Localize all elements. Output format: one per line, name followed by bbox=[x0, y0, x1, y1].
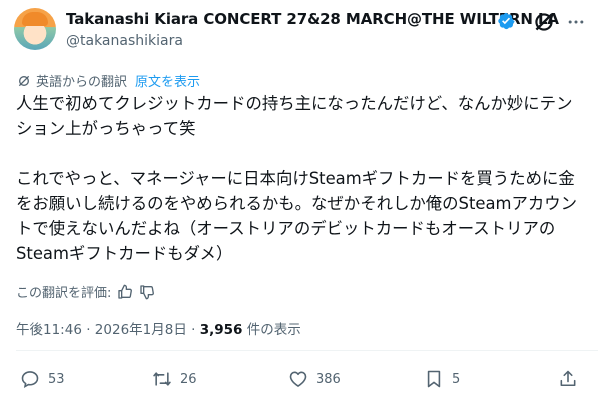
heart-icon bbox=[289, 371, 307, 387]
grok-icon[interactable] bbox=[531, 9, 557, 35]
reply-icon bbox=[21, 371, 39, 389]
bookmark-button[interactable]: 5 bbox=[424, 369, 460, 389]
author-display-name[interactable]: Takanashi Kiara CONCERT 27&28 MARCH@THE … bbox=[66, 10, 559, 28]
rate-translation: この翻訳を評価: bbox=[16, 282, 155, 301]
share-icon bbox=[560, 370, 576, 387]
thumbs-up-icon[interactable] bbox=[117, 284, 133, 300]
divider bbox=[16, 350, 598, 351]
share-button[interactable] bbox=[558, 369, 586, 389]
views-count: 3,956 bbox=[199, 322, 243, 338]
tweet-meta: 午後11:46 · 2026年1月8日 · 3,956 件の表示 bbox=[16, 318, 301, 338]
more-options-icon[interactable] bbox=[566, 12, 586, 32]
avatar[interactable] bbox=[14, 8, 56, 50]
thumbs-down-icon[interactable] bbox=[139, 284, 155, 300]
translate-icon bbox=[18, 75, 30, 86]
action-bar: 53 26 386 5 bbox=[0, 369, 598, 393]
repost-icon bbox=[153, 372, 171, 386]
repost-count: 26 bbox=[180, 371, 197, 387]
like-button[interactable]: 386 bbox=[288, 369, 341, 389]
tweet-text: 人生で初めてクレジットカードの持ち主になったんだけど、なんか妙にテンション上がっ… bbox=[16, 94, 578, 263]
bookmark-icon bbox=[427, 370, 441, 388]
verified-badge-icon bbox=[498, 12, 515, 30]
reply-count: 53 bbox=[48, 371, 65, 387]
meta-separator: · bbox=[191, 322, 196, 338]
views-label: 件の表示 bbox=[246, 322, 301, 338]
show-original-link[interactable]: 原文を表示 bbox=[135, 71, 200, 90]
tweet-date[interactable]: 2026年1月8日 bbox=[95, 322, 187, 338]
tweet-time[interactable]: 午後11:46 bbox=[16, 322, 82, 338]
translation-bar: 英語からの翻訳 原文を表示 bbox=[16, 71, 200, 90]
translation-label: 英語からの翻訳 bbox=[36, 75, 128, 90]
meta-separator: · bbox=[86, 322, 91, 338]
rate-translation-label: この翻訳を評価: bbox=[16, 286, 112, 301]
like-count: 386 bbox=[316, 371, 341, 387]
bookmark-count: 5 bbox=[452, 371, 461, 387]
reply-button[interactable]: 53 bbox=[20, 369, 65, 389]
author-handle[interactable]: @takanashikiara bbox=[66, 33, 183, 49]
repost-button[interactable]: 26 bbox=[152, 369, 197, 389]
